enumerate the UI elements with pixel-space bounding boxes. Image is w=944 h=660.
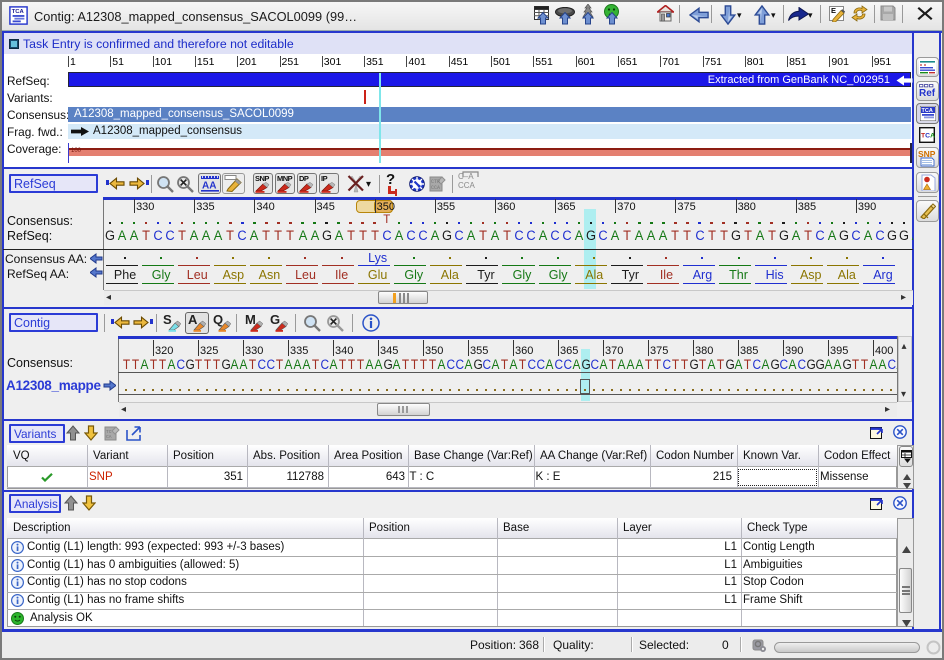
svg-text:CA: CA <box>106 434 112 440</box>
svg-text:E: E <box>831 6 836 15</box>
svg-text:TCA: TCA <box>922 108 933 114</box>
svg-text:CCA: CCA <box>431 185 440 191</box>
svg-text:TCA: TCA <box>12 9 25 15</box>
svg-text:SNP: SNP <box>918 149 936 159</box>
svg-text:Ref: Ref <box>919 88 936 99</box>
svg-text:TCA: TCA <box>921 133 935 140</box>
svg-text:AA: AA <box>202 181 216 192</box>
